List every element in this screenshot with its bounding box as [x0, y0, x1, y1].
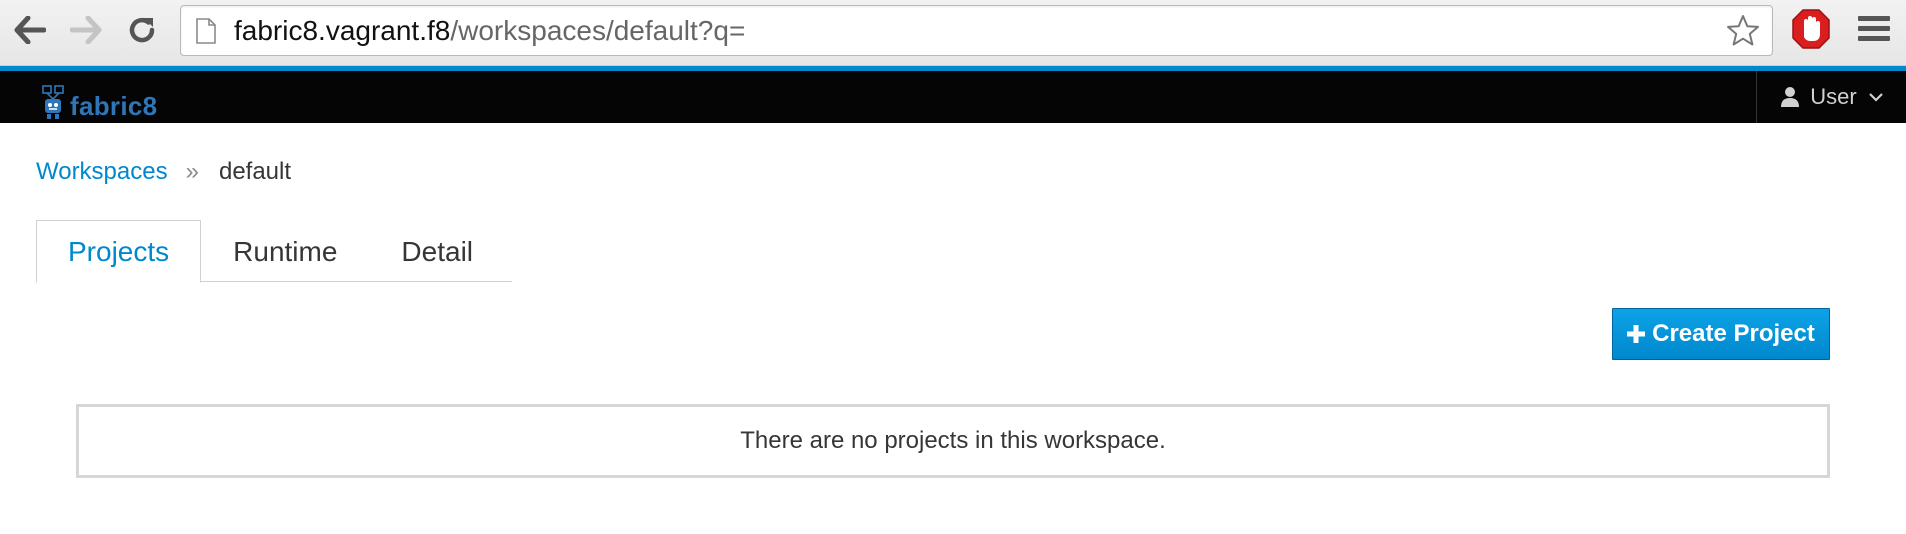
create-project-button[interactable]: Create Project — [1612, 308, 1830, 360]
empty-state-message: There are no projects in this workspace. — [740, 427, 1166, 454]
reload-button[interactable] — [124, 12, 160, 48]
bookmark-star-icon[interactable] — [1726, 14, 1760, 48]
create-project-label: Create Project — [1652, 320, 1815, 347]
back-arrow-icon — [14, 16, 46, 44]
url-path: /workspaces/default?q= — [450, 15, 746, 46]
reload-icon — [129, 17, 155, 43]
browser-toolbar: fabric8.vagrant.f8/workspaces/default?q= — [0, 0, 1906, 66]
workspace-tabs: Projects Runtime Detail — [36, 220, 512, 283]
forward-button[interactable] — [68, 12, 104, 48]
app-header: fabric8 User — [0, 66, 1906, 123]
breadcrumb-separator: » — [185, 158, 199, 185]
url-host: fabric8.vagrant.f8 — [234, 15, 451, 46]
breadcrumb: Workspaces » default — [36, 158, 291, 186]
logo-text: fabric8 — [70, 91, 158, 121]
logo[interactable]: fabric8 — [38, 79, 157, 121]
forward-arrow-icon — [70, 16, 102, 44]
address-bar[interactable]: fabric8.vagrant.f8/workspaces/default?q= — [180, 5, 1773, 56]
tab-runtime[interactable]: Runtime — [201, 220, 369, 283]
page-icon — [196, 18, 216, 44]
fabric8-logo-icon — [42, 85, 64, 119]
user-menu-dropdown[interactable]: User — [1756, 71, 1906, 123]
url-text[interactable]: fabric8.vagrant.f8/workspaces/default?q= — [234, 16, 745, 46]
tab-detail[interactable]: Detail — [369, 220, 505, 283]
breadcrumb-current: default — [218, 158, 292, 185]
plus-icon — [1627, 325, 1646, 343]
tab-projects[interactable]: Projects — [36, 220, 202, 283]
browser-menu-icon[interactable] — [1858, 16, 1890, 46]
empty-state-panel: There are no projects in this workspace. — [76, 404, 1830, 478]
chevron-down-icon — [1868, 93, 1883, 102]
adblock-extension-icon[interactable] — [1792, 8, 1830, 50]
user-icon — [1781, 87, 1800, 107]
user-label: User — [1810, 84, 1857, 109]
breadcrumb-workspaces-link[interactable]: Workspaces — [36, 158, 168, 186]
back-button[interactable] — [12, 12, 48, 48]
